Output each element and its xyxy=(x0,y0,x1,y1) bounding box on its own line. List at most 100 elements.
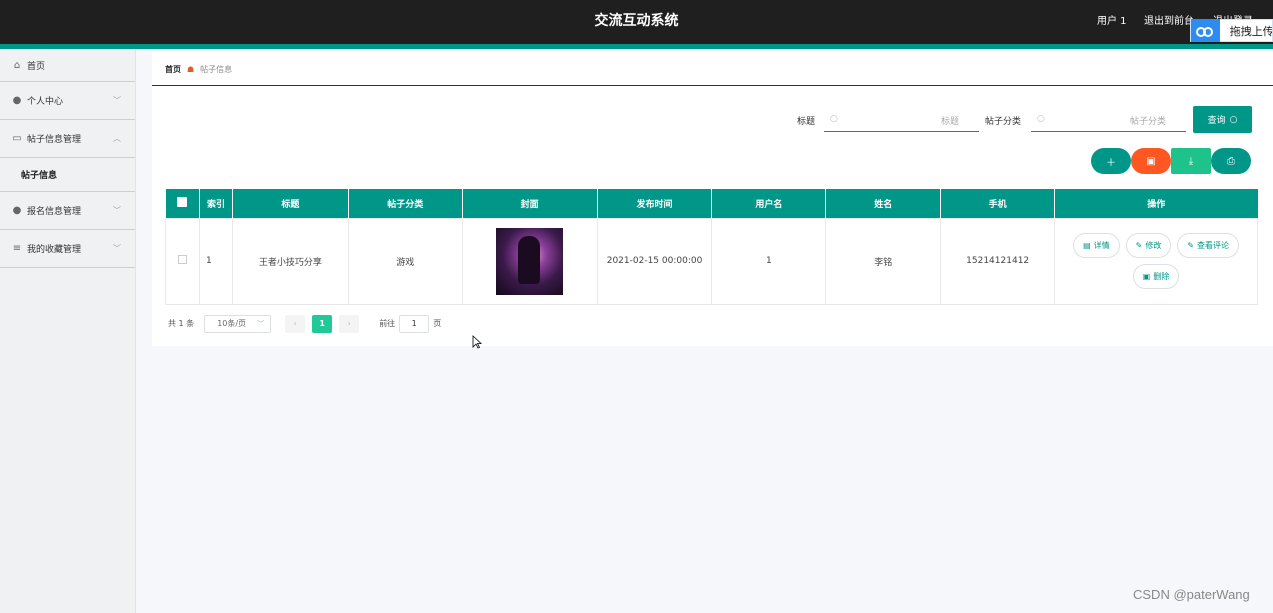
edit-button[interactable]: ✎ 修改 xyxy=(1125,233,1172,258)
user-icon: ● xyxy=(12,95,22,106)
print-button[interactable]: ⎙ xyxy=(1211,148,1251,174)
top-navbar: 交流互动系统 用户 1 退出到前台 退出登录 xyxy=(0,0,1273,44)
view-comments-button[interactable]: ✎ 查看评论 xyxy=(1177,233,1240,258)
add-button[interactable]: ＋ xyxy=(1091,148,1131,174)
breadcrumb: 首页 ☗ 帖子信息 xyxy=(165,64,232,75)
select-all-checkbox[interactable] xyxy=(165,189,200,218)
sidebar-item-label: 报名信息管理 xyxy=(27,207,82,217)
title-search-label: 标题 xyxy=(797,117,816,127)
download-icon: ⤓ xyxy=(1188,155,1194,167)
table-header-row: 索引 标题 帖子分类 封面 发布时间 用户名 姓名 手机 操作 xyxy=(165,189,1258,218)
mouse-cursor-icon xyxy=(472,335,482,349)
category-search-label: 帖子分类 xyxy=(985,117,1022,127)
sidebar-item-home[interactable]: ⌂ 首页 xyxy=(0,49,135,82)
column-header: 用户名 xyxy=(711,189,827,218)
cell-title: 王者小技巧分享 xyxy=(231,217,349,305)
pagination-total: 共 1 条 xyxy=(168,319,195,328)
column-header: 标题 xyxy=(232,189,349,218)
query-button[interactable]: 查询 ○ xyxy=(1193,106,1252,133)
print-icon: ⎙ xyxy=(1227,155,1235,167)
title-search-input[interactable]: ○ 标题 xyxy=(824,107,979,132)
list-icon: ≡ xyxy=(12,243,22,254)
page-word-label: 页 xyxy=(433,319,442,328)
batch-delete-button[interactable]: ▣ xyxy=(1131,148,1171,174)
sidebar-item-signup-management[interactable]: ● 报名信息管理 ﹀ xyxy=(0,192,135,230)
chevron-left-icon: ‹ xyxy=(293,319,297,328)
column-header: 发布时间 xyxy=(597,189,713,218)
sidebar-subitem-label: 帖子信息 xyxy=(21,171,58,181)
row-checkbox[interactable] xyxy=(165,217,200,305)
sidebar: ⌂ 首页 ● 个人中心 ﹀ ▭ 帖子信息管理 ︿ 帖子信息 ● 报名信息管理 ﹀… xyxy=(0,49,136,613)
delete-button-label: 删除 xyxy=(1153,272,1170,281)
sidebar-item-label: 帖子信息管理 xyxy=(27,135,82,145)
chevron-up-icon: ︿ xyxy=(113,134,121,143)
search-icon: ○ xyxy=(1037,114,1045,124)
goto-label: 前往 xyxy=(379,319,396,328)
back-to-front-link[interactable]: 退出到前台 xyxy=(1144,12,1194,27)
trash-icon: ▣ xyxy=(1142,272,1151,281)
chevron-down-icon: ﹀ xyxy=(113,244,121,253)
watermark: CSDN @paterWang xyxy=(1133,587,1250,602)
posts-table: 索引 标题 帖子分类 封面 发布时间 用户名 姓名 手机 操作 1 王者小技巧分… xyxy=(165,189,1258,305)
page-size-value: 10条/页 xyxy=(217,319,247,328)
chevron-down-icon: ﹀ xyxy=(113,96,121,105)
column-header: 帖子分类 xyxy=(348,189,463,218)
prev-page-button[interactable]: ‹ xyxy=(285,314,306,333)
sidebar-item-label: 我的收藏管理 xyxy=(27,245,82,255)
sidebar-subitem-posts[interactable]: 帖子信息 xyxy=(0,158,135,192)
detail-button[interactable]: ▤ 详情 xyxy=(1073,233,1120,258)
pagination: 共 1 条 10条/页 ﹀ ‹ 1 › 前往 1 页 xyxy=(168,314,441,333)
query-button-label: 查询 xyxy=(1207,116,1226,126)
sidebar-item-label: 个人中心 xyxy=(27,97,64,107)
detail-button-label: 详情 xyxy=(1093,241,1110,250)
cell-actions: ▤ 详情 ✎ 修改 ✎ 查看评论 ▣ 删除 xyxy=(1054,217,1258,305)
plus-icon: ＋ xyxy=(1106,157,1116,169)
current-user[interactable]: 用户 1 xyxy=(1097,12,1127,27)
category-search-input[interactable]: ○ 帖子分类 xyxy=(1031,107,1186,132)
export-button[interactable]: ⤓ xyxy=(1171,148,1211,174)
table-row: 1 王者小技巧分享 游戏 2021-02-15 00:00:00 1 李铭 15… xyxy=(165,217,1258,305)
sidebar-item-post-management[interactable]: ▭ 帖子信息管理 ︿ xyxy=(0,120,135,158)
chevron-down-icon: ﹀ xyxy=(113,206,121,215)
cell-phone: 15214121412 xyxy=(940,217,1056,305)
category-search-placeholder: 帖子分类 xyxy=(1129,117,1166,127)
user-icon: ● xyxy=(12,205,22,216)
sidebar-item-label: 首页 xyxy=(27,61,46,72)
search-icon: ○ xyxy=(830,114,838,124)
edit-button-label: 修改 xyxy=(1145,241,1162,250)
document-icon: ▤ xyxy=(1083,241,1091,250)
sidebar-item-favorites-management[interactable]: ≡ 我的收藏管理 ﹀ xyxy=(0,230,135,268)
drag-upload-widget[interactable]: 拖拽上传 xyxy=(1190,19,1273,42)
cover-image xyxy=(496,227,564,295)
cell-publish-time: 2021-02-15 00:00:00 xyxy=(596,217,713,305)
breadcrumb-current: 帖子信息 xyxy=(200,65,233,74)
cell-name: 李铭 xyxy=(825,217,942,305)
drag-upload-label: 拖拽上传 xyxy=(1229,24,1272,38)
column-header: 手机 xyxy=(940,189,1056,218)
sidebar-item-personal-center[interactable]: ● 个人中心 ﹀ xyxy=(0,82,135,120)
column-header: 封面 xyxy=(462,189,598,218)
cell-cover xyxy=(461,217,598,305)
page-size-select[interactable]: 10条/页 ﹀ xyxy=(204,314,272,333)
next-page-button[interactable]: › xyxy=(339,314,360,333)
chevron-right-icon: › xyxy=(347,319,351,328)
view-comments-button-label: 查看评论 xyxy=(1197,241,1230,250)
cell-username: 1 xyxy=(711,217,827,305)
search-icon: ○ xyxy=(1229,114,1238,125)
page-number-button[interactable]: 1 xyxy=(312,314,333,333)
header-accent-line xyxy=(0,44,1273,49)
title-search-placeholder: 标题 xyxy=(940,117,959,127)
trash-icon: ▣ xyxy=(1146,155,1156,167)
breadcrumb-home[interactable]: 首页 xyxy=(165,64,181,75)
main-panel: 首页 ☗ 帖子信息 标题 ○ 标题 帖子分类 ○ 帖子分类 查询 ○ ＋ ▣ ⤓… xyxy=(152,52,1273,346)
edit-icon: ✎ xyxy=(1187,241,1195,250)
edit-icon: ✎ xyxy=(1135,241,1143,250)
app-title: 交流互动系统 xyxy=(594,13,679,29)
cell-category: 游戏 xyxy=(347,217,463,305)
home-icon: ⌂ xyxy=(13,59,21,71)
cell-index: 1 xyxy=(198,217,233,305)
delete-button[interactable]: ▣ 删除 xyxy=(1132,264,1180,289)
cloud-icon xyxy=(1191,19,1220,42)
column-header: 姓名 xyxy=(825,189,942,218)
goto-page-input[interactable]: 1 xyxy=(399,314,430,333)
